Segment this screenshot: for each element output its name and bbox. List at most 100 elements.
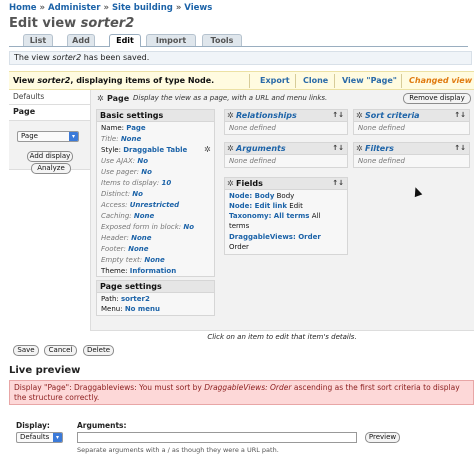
gear-icon[interactable]: ✲: [227, 180, 235, 188]
setting-value[interactable]: None: [144, 256, 164, 264]
field-label: All: [309, 212, 321, 220]
cancel-button[interactable]: Cancel: [44, 345, 77, 356]
view-summary-name: sorter2: [37, 76, 71, 85]
setting-use-pager[interactable]: Use pager: No: [101, 168, 152, 176]
setting-footer[interactable]: Footer: None: [101, 245, 149, 253]
gear-icon[interactable]: ✲: [204, 146, 212, 154]
add-display-button[interactable]: Add display: [27, 151, 73, 162]
view-page-link[interactable]: View "Page": [342, 76, 397, 85]
gear-icon[interactable]: ✲: [97, 95, 105, 103]
arguments-input[interactable]: [77, 432, 357, 443]
setting-value[interactable]: sorter2: [121, 295, 150, 303]
setting-style[interactable]: Style: Draggable Table: [101, 146, 187, 154]
setting-access[interactable]: Access: Unrestricted: [101, 201, 179, 209]
add-display-controls: Page ▾ Add display Analyze: [9, 120, 90, 174]
setting-value[interactable]: 10: [162, 179, 172, 187]
preview-display-select[interactable]: Defaults ▾: [16, 432, 63, 443]
setting-value[interactable]: Draggable Table: [123, 146, 187, 154]
arguments-panel: ✲ Arguments ↑↓ None defined: [224, 142, 348, 168]
field-link[interactable]: DraggableViews: Order: [229, 233, 321, 241]
tab-list[interactable]: List: [23, 34, 53, 46]
arrange-icon[interactable]: ↑↓: [332, 111, 344, 119]
setting-use-ajax[interactable]: Use AJAX: No: [101, 157, 148, 165]
setting-theme[interactable]: Theme: Information: [101, 267, 176, 275]
field-item[interactable]: Taxonomy: All terms All: [229, 212, 320, 220]
gear-icon[interactable]: ✲: [227, 112, 235, 120]
setting-value[interactable]: None: [134, 212, 154, 220]
sort-criteria-panel: ✲ Sort criteria ↑↓ None defined: [353, 109, 470, 135]
field-link[interactable]: Node: Edit link: [229, 202, 287, 210]
setting-value[interactable]: No menu: [125, 305, 160, 313]
field-item-continued: Order: [229, 243, 249, 251]
save-button[interactable]: Save: [13, 345, 39, 356]
error-message: Display "Page": Draggableviews: You must…: [9, 380, 474, 405]
breadcrumb-home[interactable]: Home: [9, 3, 37, 13]
setting-value[interactable]: No: [183, 223, 194, 231]
filters-body: None defined: [354, 154, 469, 167]
gear-icon[interactable]: ✲: [356, 112, 364, 120]
field-link[interactable]: Taxonomy: All terms: [229, 212, 309, 220]
remove-display-button[interactable]: Remove display: [403, 93, 471, 104]
field-item[interactable]: Node: Edit link Edit: [229, 202, 303, 210]
setting-value[interactable]: Unrestricted: [130, 201, 180, 209]
arrange-icon[interactable]: ↑↓: [454, 111, 466, 119]
setting-exposed-form[interactable]: Exposed form in block: No: [101, 223, 194, 231]
display-tabs: Defaults Page Page ▾ Add display Analyze: [9, 90, 90, 340]
setting-value[interactable]: No: [137, 157, 148, 165]
setting-title[interactable]: Title: None: [101, 135, 141, 143]
setting-items-to-display[interactable]: Items to display: 10: [101, 179, 171, 187]
clone-link[interactable]: Clone: [303, 76, 328, 85]
tab-import[interactable]: Import: [146, 34, 196, 46]
setting-label: Items to display:: [101, 179, 160, 187]
setting-name[interactable]: Name: Page: [101, 124, 146, 132]
arrange-icon[interactable]: ↑↓: [332, 144, 344, 152]
display-tab-defaults[interactable]: Defaults: [9, 90, 90, 105]
breadcrumb-site-building[interactable]: Site building: [112, 3, 173, 13]
arrange-icon[interactable]: ↑↓: [332, 179, 344, 187]
setting-empty-text[interactable]: Empty text: None: [101, 256, 165, 264]
relationships-body: None defined: [225, 121, 347, 134]
setting-value[interactable]: None: [128, 245, 148, 253]
tab-edit[interactable]: Edit: [109, 34, 141, 47]
setting-value[interactable]: No: [132, 190, 143, 198]
setting-value[interactable]: Information: [130, 267, 176, 275]
analyze-button[interactable]: Analyze: [31, 163, 71, 174]
breadcrumb-views[interactable]: Views: [184, 3, 212, 13]
setting-value[interactable]: None: [131, 234, 151, 242]
sort-criteria-title[interactable]: Sort criteria: [365, 111, 420, 120]
setting-distinct[interactable]: Distinct: No: [101, 190, 143, 198]
display-tab-page[interactable]: Page: [9, 105, 90, 120]
field-link[interactable]: Node: Body: [229, 192, 274, 200]
relationships-title[interactable]: Relationships: [236, 111, 297, 120]
delete-button[interactable]: Delete: [83, 345, 114, 356]
setting-label: Style:: [101, 146, 121, 154]
setting-label: Footer:: [101, 245, 126, 253]
empty-text: None defined: [229, 124, 276, 132]
setting-menu[interactable]: Menu: No menu: [101, 305, 160, 313]
breadcrumb-administer[interactable]: Administer: [48, 3, 100, 13]
display-type-value: Page: [21, 132, 38, 140]
setting-caching[interactable]: Caching: None: [101, 212, 154, 220]
setting-value[interactable]: No: [141, 168, 152, 176]
setting-label: Access:: [101, 201, 128, 209]
arguments-title[interactable]: Arguments: [236, 144, 286, 153]
arrange-icon[interactable]: ↑↓: [454, 144, 466, 152]
page-title: Edit view sorter2: [9, 16, 134, 31]
setting-value[interactable]: Page: [126, 124, 145, 132]
preview-button[interactable]: Preview: [365, 432, 400, 443]
tab-tools[interactable]: Tools: [202, 34, 242, 46]
gear-icon[interactable]: ✲: [356, 145, 364, 153]
gear-icon[interactable]: ✲: [227, 145, 235, 153]
field-item[interactable]: Node: Body Body: [229, 192, 294, 200]
setting-path[interactable]: Path: sorter2: [101, 295, 150, 303]
setting-value[interactable]: None: [121, 135, 141, 143]
field-item-continued: terms: [229, 222, 249, 230]
field-item[interactable]: DraggableViews: Order: [229, 233, 321, 241]
tab-add[interactable]: Add: [67, 34, 95, 46]
filters-title[interactable]: Filters: [365, 144, 394, 153]
empty-text: None defined: [358, 124, 405, 132]
display-type-select[interactable]: Page ▾: [17, 131, 79, 142]
export-link[interactable]: Export: [260, 76, 290, 85]
setting-label: Caching:: [101, 212, 132, 220]
setting-header[interactable]: Header: None: [101, 234, 152, 242]
